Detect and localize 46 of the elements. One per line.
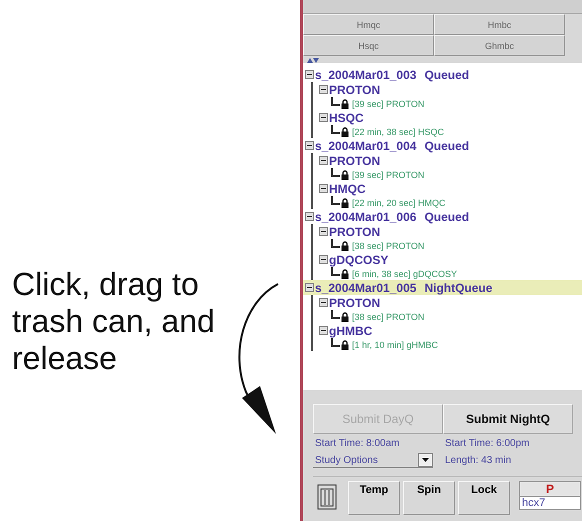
tree-connector (331, 125, 340, 134)
status-title: P (544, 482, 555, 496)
tree-connector (331, 168, 340, 177)
annotation-text: Click, drag to trash can, and release (12, 266, 216, 377)
protocol-row[interactable]: HMQC (319, 181, 582, 196)
protocol-row[interactable]: PROTON (319, 153, 582, 168)
start-time-label: Start Time: 8:00am (314, 438, 400, 449)
protocol-row[interactable]: PROTON (319, 295, 582, 310)
queue-row[interactable]: s_2004Mar01_005 NightQueue (303, 280, 582, 295)
protocol-row[interactable]: HSQC (319, 110, 582, 125)
submit-button[interactable]: Submit NightQ (443, 404, 573, 434)
protocol-detail: [39 sec] PROTON (352, 170, 424, 180)
tab[interactable]: Ghmbc (434, 35, 565, 56)
queue-row[interactable]: s_2004Mar01_004 Queued (303, 138, 582, 153)
tree-connector (331, 338, 340, 347)
tab[interactable]: Hmqc (303, 14, 434, 35)
protocol-row[interactable]: gHMBC (319, 323, 582, 338)
sort-icon (307, 58, 319, 63)
tree-connector (331, 97, 340, 106)
protocol-detail: [38 sec] PROTON (352, 240, 424, 250)
queue-row[interactable]: s_2004Mar01_003 Queued (303, 67, 582, 82)
tree-connector (331, 239, 340, 248)
tree-connector (331, 267, 340, 276)
tab[interactable]: Hsqc (303, 35, 434, 56)
status-value: hcx7 (520, 496, 580, 509)
protocol-detail: [6 min, 38 sec] gDQCOSY (352, 268, 458, 278)
tree-connector (331, 196, 340, 205)
tree-connector (331, 310, 340, 319)
caret-icon (422, 458, 429, 462)
tab[interactable]: Hmbc (434, 14, 565, 35)
study-options-dropdown[interactable]: Study Options (313, 453, 433, 468)
trash-can-icon[interactable] (317, 484, 337, 510)
protocol-detail: [1 hr, 10 min] gHMBC (352, 340, 438, 350)
toolbar-button[interactable]: Spin (403, 481, 455, 515)
protocol-row[interactable]: PROTON (319, 224, 582, 239)
protocol-detail: [22 min, 38 sec] HSQC (352, 126, 444, 136)
start-time-label: Start Time: 6:00pm (444, 438, 530, 449)
protocol-row[interactable]: gDQCOSY (319, 252, 582, 267)
toolbar-button[interactable]: Lock (458, 481, 510, 515)
queue-row[interactable]: s_2004Mar01_006 Queued (303, 209, 582, 224)
length-label: Length: 43 min (444, 455, 512, 466)
protocol-detail: [22 min, 20 sec] HMQC (352, 198, 446, 208)
protocol-detail: [38 sec] PROTON (352, 312, 424, 322)
toolbar-button[interactable]: Temp (348, 481, 400, 515)
protocol-row[interactable]: PROTON (319, 82, 582, 97)
protocol-detail: [39 sec] PROTON (352, 98, 424, 108)
